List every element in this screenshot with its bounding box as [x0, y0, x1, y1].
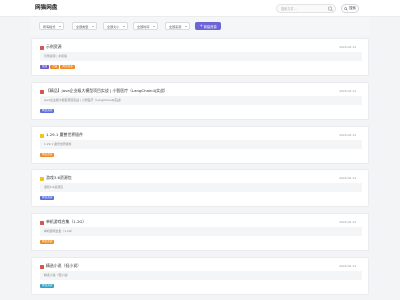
resource-title[interactable]: 单机游戏合集（1.2G） — [46, 219, 86, 225]
folder-icon — [40, 134, 44, 138]
resource-title[interactable]: 示例资源 — [46, 44, 62, 50]
chevron-down-icon — [92, 26, 94, 27]
search-icon — [344, 6, 348, 11]
resource-card[interactable]: 单机游戏合集（1.2G） 2024-02-14 单机游戏合集（1.2G） 网盘资… — [31, 213, 369, 251]
file-icon — [40, 221, 44, 225]
tag-list: 视频 合集 网盘资源 — [40, 65, 75, 69]
tag-list: 网盘资源 — [40, 240, 55, 244]
filter-format-label: 所有格式 — [43, 24, 56, 29]
filter-type-label: 全部类型 — [76, 24, 89, 29]
resource-description: 示例资源 | 手机版 — [40, 52, 362, 61]
resource-description: 1.29.1 魔兽世界插件 — [40, 140, 362, 149]
chevron-down-icon — [153, 26, 155, 27]
chevron-down-icon — [185, 26, 187, 27]
resource-date: 2024-02-14 — [339, 45, 356, 49]
filter-type-dropdown[interactable]: 全部类型 — [72, 22, 97, 30]
tag[interactable]: 网盘资源 — [40, 153, 55, 157]
resource-card[interactable]: 游戏3.6资源包 2024-02-14 游戏3.6资源包 网盘资源 — [31, 169, 369, 207]
tag-list: 网盘资源 — [40, 284, 55, 288]
tag-list: 网盘资源 — [40, 196, 55, 200]
resource-date: 2024-02-14 — [339, 176, 356, 180]
resource-card[interactable]: 示例资源 2024-02-14 示例资源 | 手机版 视频 合集 网盘资源 — [31, 38, 369, 76]
filter-time-dropdown[interactable]: 全部时间 — [133, 22, 158, 30]
tag-list: 网盘资源 — [40, 109, 55, 113]
tag[interactable]: 合集 — [50, 65, 60, 69]
tag[interactable]: 网盘资源 — [40, 196, 55, 200]
filter-source-label: 全部来源 — [169, 24, 182, 29]
tag[interactable]: 网盘资源 — [40, 109, 55, 113]
search-button[interactable]: 搜索 — [341, 4, 359, 13]
resource-description: 精选小说（轻小说） — [40, 271, 362, 280]
resource-title[interactable]: 游戏3.6资源包 — [46, 175, 72, 181]
filter-time-label: 全部时间 — [137, 24, 150, 29]
file-icon — [40, 265, 44, 269]
search-box[interactable] — [276, 4, 336, 13]
chevron-down-icon — [123, 26, 125, 27]
resource-description: 单机游戏合集（1.2G） — [40, 227, 362, 236]
resource-date: 2024-02-14 — [339, 133, 356, 137]
resource-card[interactable]: 1.29.1 魔兽世界插件 2024-02-14 1.29.1 魔兽世界插件 网… — [31, 126, 369, 164]
create-resource-label: 新建资源 — [203, 24, 217, 29]
search-button-label: 搜索 — [349, 5, 356, 10]
folder-icon — [40, 177, 44, 181]
resource-card[interactable]: 【精品】Java企业级大模型项目实战 | 小智医疗（LangChain4j实战）… — [31, 82, 369, 120]
resource-title[interactable]: 精选小说（轻小说） — [46, 263, 81, 269]
chevron-down-icon — [59, 26, 61, 27]
resource-date: 2024-02-14 — [339, 89, 356, 93]
resource-date: 2024-02-14 — [339, 220, 356, 224]
top-header: 网猫网盘 搜索 — [0, 0, 400, 17]
tag[interactable]: 视频 — [40, 65, 50, 69]
plus-icon: + — [199, 23, 203, 28]
site-logo[interactable]: 网猫网盘 — [35, 4, 57, 12]
resource-title[interactable]: 1.29.1 魔兽世界插件 — [46, 132, 83, 138]
resource-description: 游戏3.6资源包 — [40, 183, 362, 192]
search-icon — [328, 6, 333, 12]
tag[interactable]: 网盘资源 — [40, 284, 55, 288]
search-input[interactable] — [281, 5, 325, 12]
resource-date: 2024-02-14 — [339, 264, 356, 268]
file-icon — [40, 90, 44, 94]
filter-format-dropdown[interactable]: 所有格式 — [39, 22, 64, 30]
filter-size-label: 全部大小 — [107, 24, 120, 29]
filter-size-dropdown[interactable]: 全部大小 — [103, 22, 128, 30]
resource-card[interactable]: 精选小说（轻小说） 2024-02-14 精选小说（轻小说） 网盘资源 — [31, 257, 369, 295]
create-resource-button[interactable]: + 新建资源 — [195, 22, 221, 30]
filter-bar: 所有格式 全部类型 全部大小 全部时间 全部来源 + 新建资源 — [31, 17, 369, 35]
file-icon — [40, 46, 44, 50]
tag-list: 网盘资源 — [40, 153, 55, 157]
tag[interactable]: 网盘资源 — [60, 65, 75, 69]
tag[interactable]: 网盘资源 — [40, 240, 55, 244]
resource-description: Java企业级大模型项目实战 | 小智医疗（LangChain4j实战） — [40, 96, 362, 105]
filter-source-dropdown[interactable]: 全部来源 — [165, 22, 190, 30]
resource-title[interactable]: 【精品】Java企业级大模型项目实战 | 小智医疗（LangChain4j实战） — [46, 88, 168, 94]
